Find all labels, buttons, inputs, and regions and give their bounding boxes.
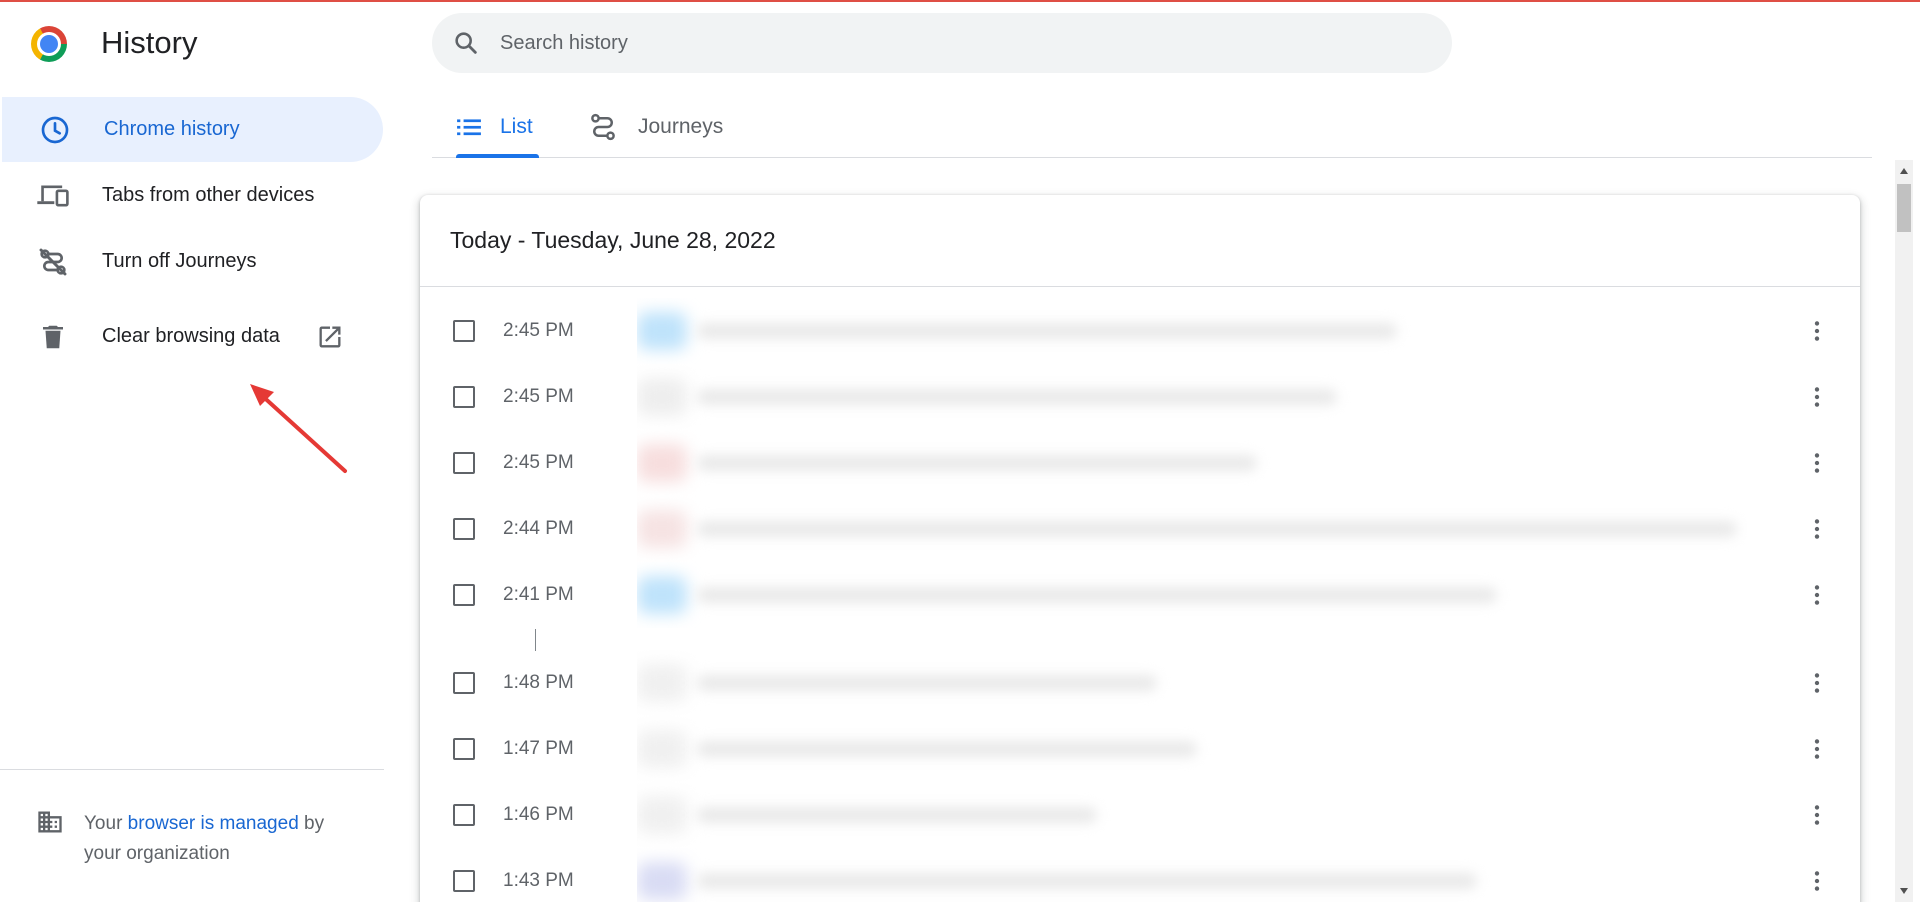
scroll-down-arrow-icon[interactable] <box>1900 888 1908 894</box>
row-time: 2:45 PM <box>503 386 574 407</box>
sidebar-item-label: Clear browsing data <box>102 325 280 347</box>
more-options-icon[interactable] <box>1804 516 1830 542</box>
more-options-icon[interactable] <box>1804 318 1830 344</box>
managed-notice: Your browser is managed by your organiza… <box>84 813 325 864</box>
row-time: 1:43 PM <box>503 870 574 891</box>
sidebar-item-turn-off-journeys[interactable]: Turn off Journeys <box>0 229 381 294</box>
history-row[interactable]: 2:45 PM <box>420 430 1860 496</box>
scrollbar-thumb[interactable] <box>1897 184 1911 232</box>
more-options-icon[interactable] <box>1804 670 1830 696</box>
row-checkbox[interactable] <box>453 386 475 408</box>
clock-icon <box>38 113 72 147</box>
browser-managed-link[interactable]: browser is managed <box>128 813 299 834</box>
annotation-arrow <box>250 384 347 473</box>
tab-journeys[interactable]: Journeys <box>588 96 723 158</box>
sidebar: History Chrome history Tabs from other d… <box>0 0 384 902</box>
history-row[interactable]: 1:47 PM <box>420 716 1860 782</box>
row-time: 2:45 PM <box>503 452 574 473</box>
history-row[interactable]: 2:45 PM <box>420 364 1860 430</box>
scroll-up-arrow-icon[interactable] <box>1900 168 1908 174</box>
journeys-off-icon <box>36 245 70 279</box>
sidebar-item-label: Tabs from other devices <box>102 184 315 206</box>
row-time: 1:47 PM <box>503 738 574 759</box>
history-row[interactable]: 1:48 PM <box>420 650 1860 716</box>
redacted-entry[interactable] <box>637 496 1747 562</box>
history-row[interactable]: 2:45 PM <box>420 298 1860 364</box>
row-time: 1:48 PM <box>503 672 574 693</box>
row-time: 1:46 PM <box>503 804 574 825</box>
view-tabs: List Journeys <box>432 96 1872 158</box>
row-checkbox[interactable] <box>453 870 475 892</box>
sidebar-divider <box>0 769 384 770</box>
open-in-new-icon[interactable] <box>316 323 344 351</box>
page-scrollbar[interactable] <box>1895 160 1913 902</box>
sidebar-item-label: Chrome history <box>104 118 240 140</box>
row-time: 2:44 PM <box>503 518 574 539</box>
page-title: History <box>101 25 198 60</box>
chrome-logo-icon <box>31 26 67 62</box>
row-time: 2:41 PM <box>503 584 574 605</box>
history-row[interactable]: 2:44 PM <box>420 496 1860 562</box>
list-icon <box>456 116 482 138</box>
tab-list[interactable]: List <box>456 96 533 158</box>
row-checkbox[interactable] <box>453 672 475 694</box>
tab-label: List <box>500 115 533 138</box>
tab-label: Journeys <box>638 115 724 138</box>
journeys-icon <box>588 112 618 142</box>
more-options-icon[interactable] <box>1804 582 1830 608</box>
sidebar-item-tabs-other-devices[interactable]: Tabs from other devices <box>0 163 381 228</box>
history-row[interactable]: 1:46 PM <box>420 782 1860 848</box>
building-icon <box>36 808 64 836</box>
active-tab-indicator <box>456 154 539 158</box>
card-divider <box>420 286 1860 287</box>
more-options-icon[interactable] <box>1804 868 1830 894</box>
sidebar-item-chrome-history[interactable]: Chrome history <box>2 97 383 162</box>
row-checkbox[interactable] <box>453 584 475 606</box>
redacted-entry[interactable] <box>637 716 1217 782</box>
row-time: 2:45 PM <box>503 320 574 341</box>
redacted-entry[interactable] <box>637 562 1517 628</box>
date-heading: Today - Tuesday, June 28, 2022 <box>450 227 776 253</box>
sidebar-item-clear-browsing-data[interactable]: Clear browsing data <box>0 304 381 369</box>
redacted-entry[interactable] <box>637 298 1417 364</box>
devices-icon <box>36 179 70 213</box>
search-input[interactable] <box>500 13 1400 73</box>
row-checkbox[interactable] <box>453 738 475 760</box>
search-icon <box>452 29 480 57</box>
redacted-entry[interactable] <box>637 650 1177 716</box>
row-checkbox[interactable] <box>453 320 475 342</box>
redacted-entry[interactable] <box>637 364 1357 430</box>
redacted-entry[interactable] <box>637 848 1497 902</box>
more-options-icon[interactable] <box>1804 450 1830 476</box>
history-row[interactable]: 2:41 PM <box>420 562 1860 628</box>
history-row[interactable]: 1:43 PM <box>420 848 1860 902</box>
more-options-icon[interactable] <box>1804 384 1830 410</box>
history-card: Today - Tuesday, June 28, 2022 2:45 PM 2… <box>420 195 1860 902</box>
row-checkbox[interactable] <box>453 452 475 474</box>
sidebar-item-label: Turn off Journeys <box>102 250 257 272</box>
row-checkbox[interactable] <box>453 518 475 540</box>
more-options-icon[interactable] <box>1804 802 1830 828</box>
time-gap-separator <box>535 629 536 651</box>
row-checkbox[interactable] <box>453 804 475 826</box>
more-options-icon[interactable] <box>1804 736 1830 762</box>
search-bar[interactable] <box>432 13 1452 73</box>
redacted-entry[interactable] <box>637 430 1277 496</box>
redacted-entry[interactable] <box>637 782 1117 848</box>
trash-icon <box>36 320 70 354</box>
